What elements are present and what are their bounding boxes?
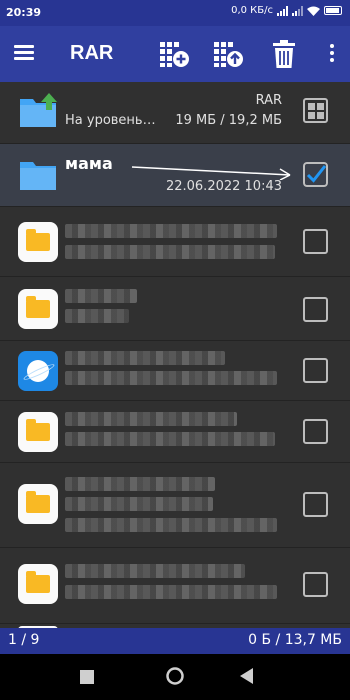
redacted-name: [65, 351, 225, 365]
redacted-meta: [65, 585, 277, 599]
status-time: 20:39: [6, 6, 42, 19]
redacted-meta: [65, 245, 275, 259]
screen: 20:39 0,0 КБ/с RAR На уровень… RAR 19 МБ…: [0, 0, 350, 700]
archive-type: RAR: [255, 93, 282, 108]
checkbox[interactable]: [303, 419, 328, 444]
app-toolbar: RAR: [0, 26, 350, 82]
list-item[interactable]: [0, 548, 350, 624]
redacted-meta: [65, 309, 129, 323]
status-bar: 20:39 0,0 КБ/с: [0, 0, 350, 26]
list-item[interactable]: [0, 401, 350, 463]
files-app-icon: [18, 412, 58, 452]
files-app-icon: [18, 289, 58, 329]
toolbar-title: RAR: [70, 42, 114, 64]
checkbox[interactable]: [303, 358, 328, 383]
redacted-name: [65, 477, 215, 491]
folder-date: 22.06.2022 10:43: [165, 179, 282, 194]
redacted-name: [65, 564, 245, 578]
checkbox-checked[interactable]: [303, 162, 328, 187]
item-counter: 1 / 9: [8, 632, 40, 648]
signal-icon: [277, 5, 288, 16]
list-item-folder[interactable]: мама 22.06.2022 10:43: [0, 144, 350, 207]
redacted-name: [65, 289, 137, 303]
checkbox[interactable]: [303, 572, 328, 597]
list-item[interactable]: [0, 207, 350, 277]
selection-size: 0 Б / 13,7 МБ: [248, 632, 342, 648]
browser-app-icon: [18, 351, 58, 391]
checkbox[interactable]: [303, 492, 328, 517]
home-icon[interactable]: [165, 666, 185, 686]
file-list: На уровень… RAR 19 МБ / 19,2 МБ мама 22.…: [0, 82, 350, 628]
archive-size: 19 МБ / 19,2 МБ: [175, 113, 282, 128]
delete-icon[interactable]: [268, 38, 300, 70]
files-app-icon: [18, 222, 58, 262]
list-item[interactable]: [0, 463, 350, 548]
redacted-meta: [65, 432, 275, 446]
network-speed: 0,0 КБ/с: [231, 5, 273, 16]
recent-apps-icon[interactable]: [80, 670, 94, 684]
folder-up-icon: [20, 93, 57, 127]
add-to-archive-icon[interactable]: [158, 38, 190, 70]
signal-icon-2: [292, 5, 303, 16]
wifi-icon: [307, 6, 320, 16]
checkbox[interactable]: [303, 229, 328, 254]
checkbox[interactable]: [303, 297, 328, 322]
status-icons: 0,0 КБ/с: [231, 5, 342, 16]
status-footer: 1 / 9 0 Б / 13,7 МБ: [0, 628, 350, 654]
redacted-name: [65, 412, 237, 426]
list-item[interactable]: [0, 341, 350, 401]
redacted-meta: [65, 518, 277, 532]
files-app-icon: [18, 484, 58, 524]
list-item-up-level[interactable]: На уровень… RAR 19 МБ / 19,2 МБ: [0, 82, 350, 144]
list-item[interactable]: [0, 277, 350, 341]
menu-icon[interactable]: [14, 42, 40, 66]
redacted-name-line2: [65, 497, 213, 511]
more-options-icon[interactable]: [328, 42, 336, 66]
folder-name: мама: [65, 154, 113, 173]
select-all-grid-icon[interactable]: [303, 98, 328, 123]
redacted-meta: [65, 371, 277, 385]
files-app-icon: [18, 564, 58, 604]
battery-icon: [324, 6, 342, 15]
folder-icon: [20, 162, 56, 190]
redacted-name: [65, 224, 277, 238]
system-nav-bar: [0, 654, 350, 700]
annotation-arrow: [131, 166, 291, 180]
back-icon[interactable]: [240, 668, 254, 684]
extract-from-archive-icon[interactable]: [212, 38, 244, 70]
up-level-label: На уровень…: [65, 113, 156, 128]
